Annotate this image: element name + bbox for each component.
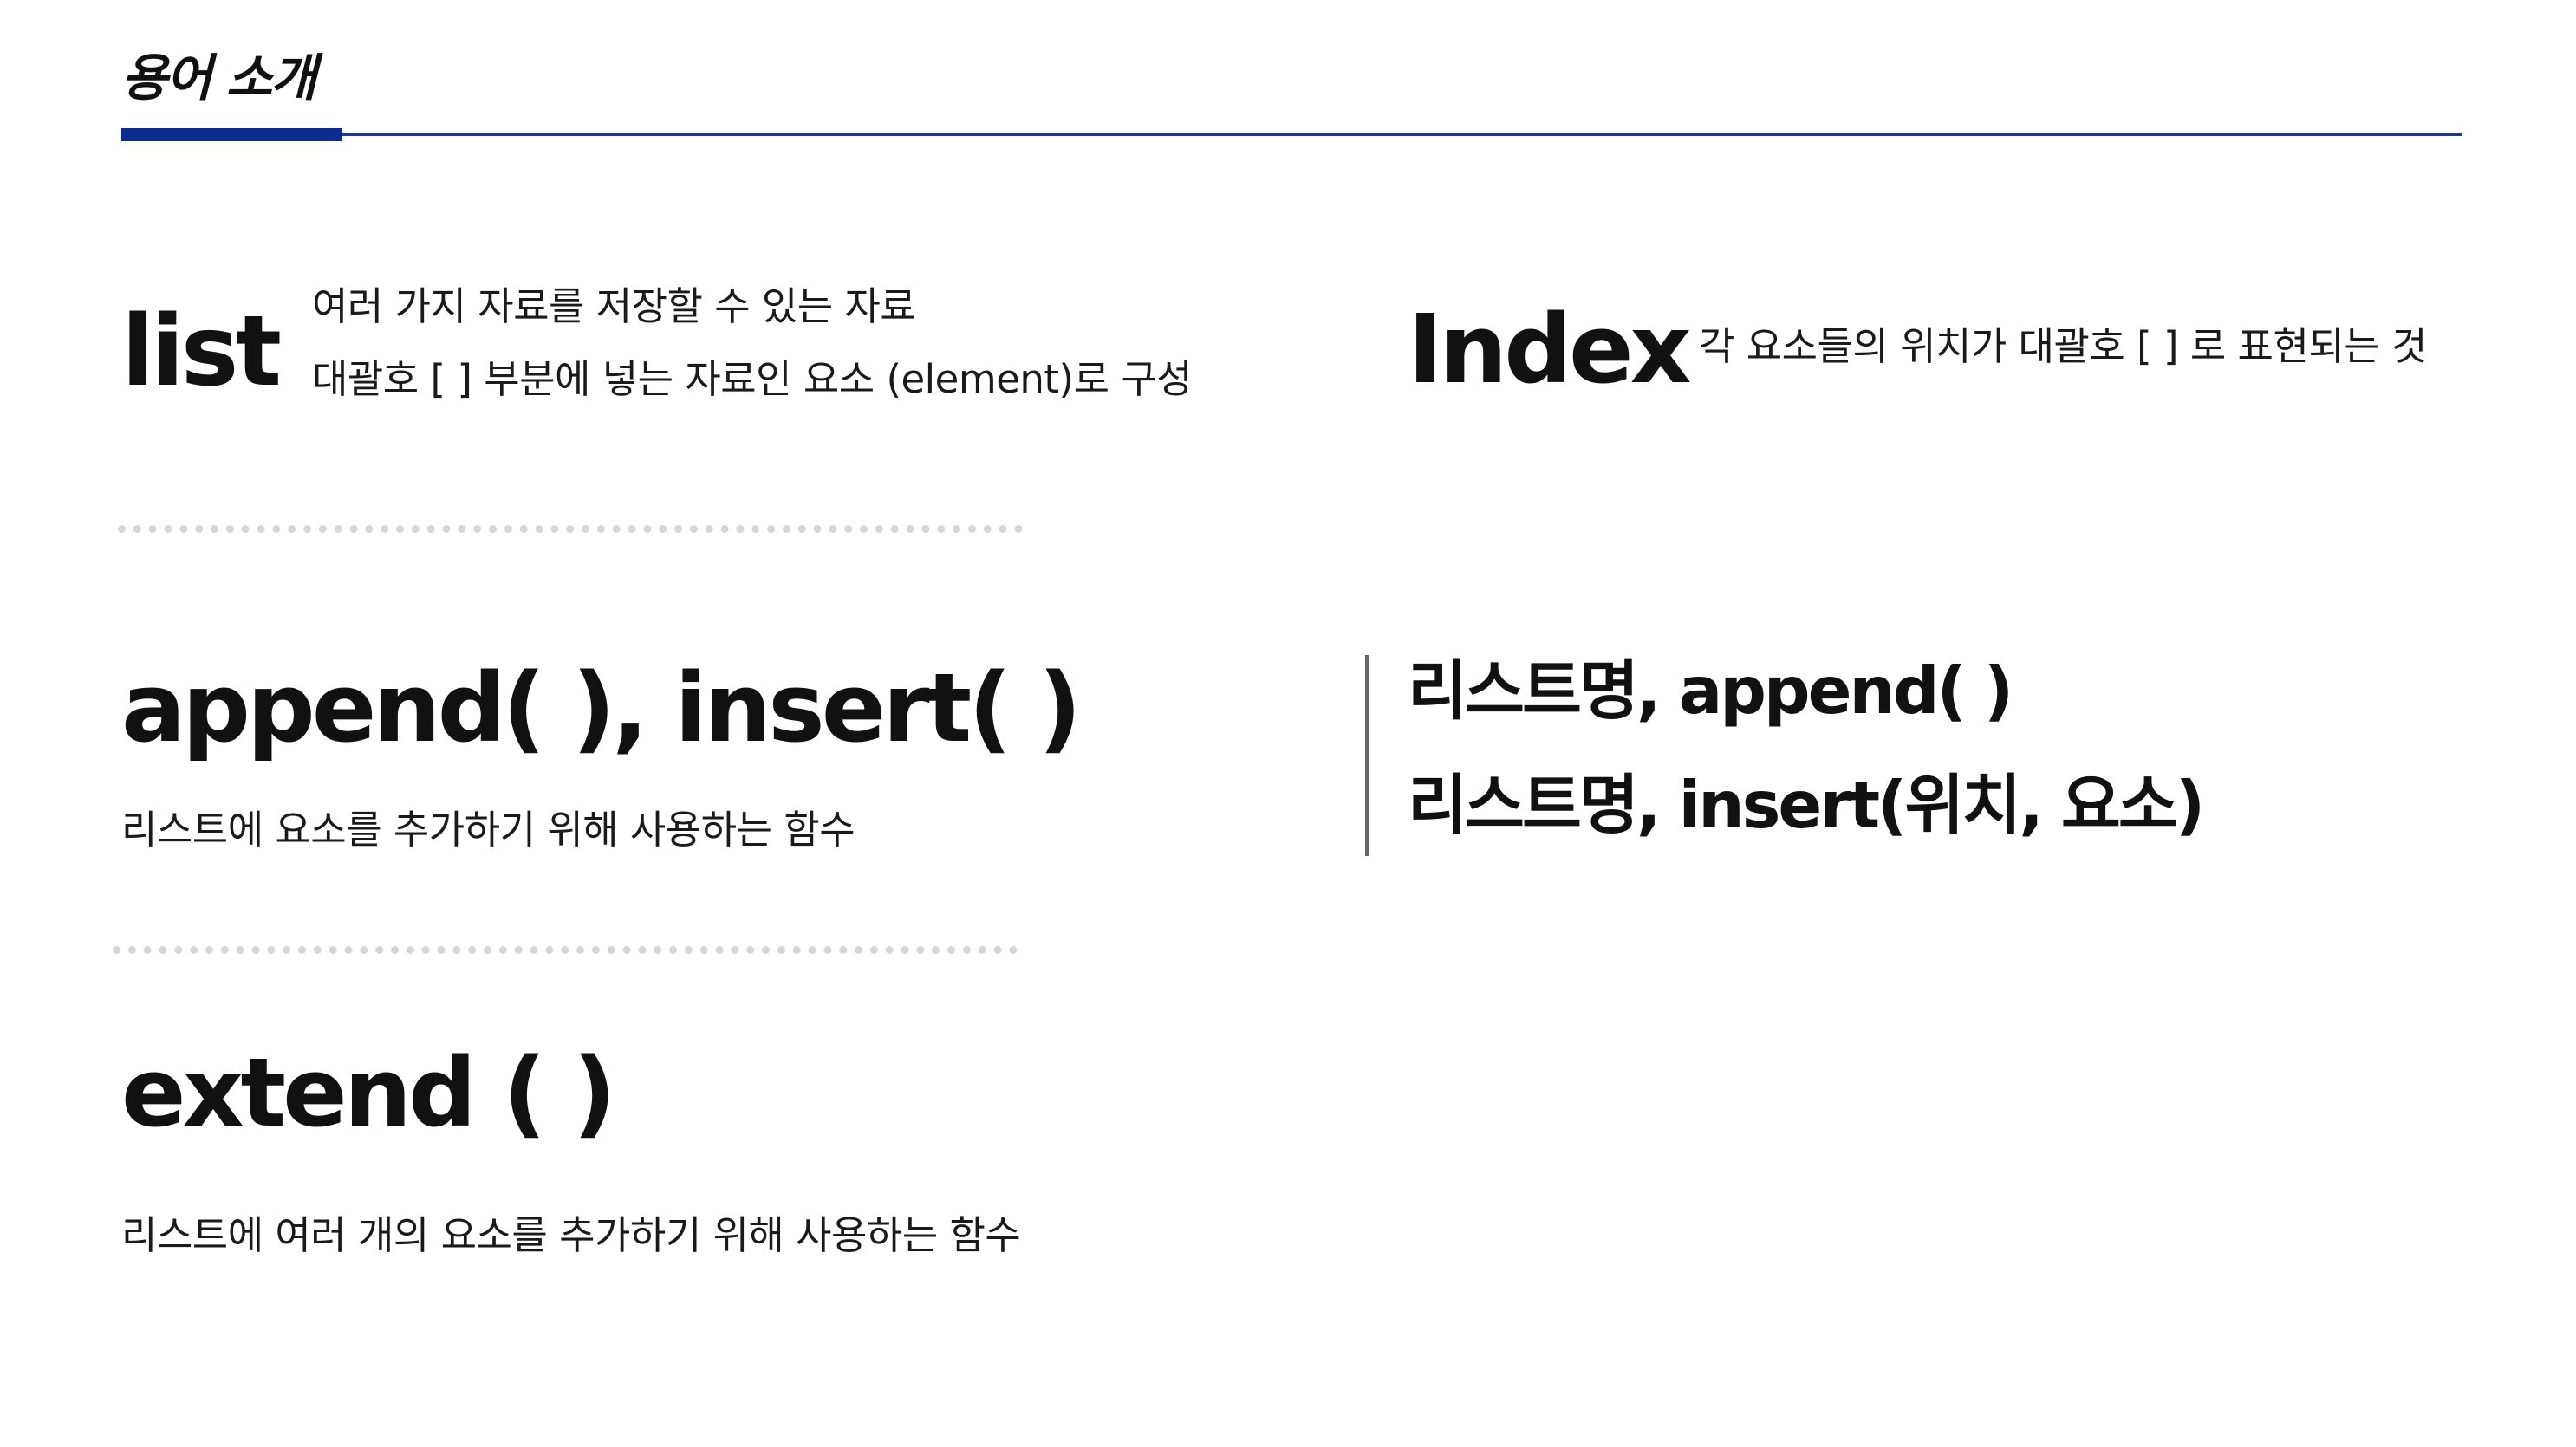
term-index-description: 각 요소들의 위치가 대괄호 [ ] 로 표현되는 것	[1699, 323, 2427, 369]
term-list: list	[121, 295, 282, 408]
dotted-divider	[113, 946, 1018, 954]
term-extend-description: 리스트에 여러 개의 요소를 추가하기 위해 사용하는 함수	[121, 1212, 1021, 1258]
header-divider	[121, 133, 2462, 136]
header-accent-bar	[121, 128, 342, 141]
dotted-divider	[118, 525, 1023, 533]
term-list-description: 여러 가지 자료를 저장할 수 있는 자료 대괄호 [ ] 부분에 넣는 자료인…	[312, 270, 1193, 416]
term-list-desc-line-2: 대괄호 [ ] 부분에 넣는 자료인 요소 (element)로 구성	[312, 356, 1193, 402]
append-example: 리스트명, append( )	[1408, 652, 2013, 729]
term-extend: extend ( )	[121, 1037, 616, 1148]
page-title: 용어 소개	[121, 49, 317, 107]
term-append-insert: append( ), insert( )	[121, 652, 1082, 763]
vertical-divider	[1365, 655, 1369, 856]
term-index: Index	[1408, 294, 1692, 405]
insert-example: 리스트명, insert(위치, 요소)	[1408, 767, 2205, 843]
term-list-desc-line-1: 여러 가지 자료를 저장할 수 있는 자료	[312, 283, 916, 329]
term-append-insert-description: 리스트에 요소를 추가하기 위해 사용하는 함수	[121, 807, 855, 853]
